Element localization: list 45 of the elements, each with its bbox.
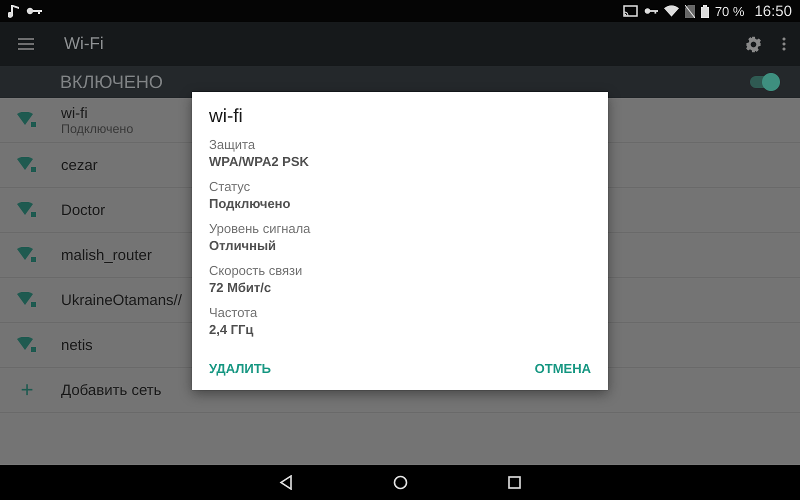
wifi-lock-icon [17, 202, 37, 218]
clock-time: 16:50 [754, 2, 792, 20]
music-note-icon [8, 4, 20, 18]
field-label: Уровень сигнала [209, 220, 312, 237]
network-name[interactable]: Doctor [61, 202, 106, 218]
menu-icon[interactable] [18, 38, 34, 50]
network-name[interactable]: netis [61, 336, 93, 354]
network-status: Подключено [61, 122, 134, 136]
wifi-lock-icon [17, 337, 37, 353]
dialog-title: wi-fi [209, 106, 244, 128]
add-network-link[interactable]: Добавить сеть [61, 382, 162, 398]
wifi-icon [664, 5, 679, 17]
toolbar-title: Wi-Fi [64, 34, 104, 54]
wifi-lock-icon [17, 157, 37, 173]
field-label: Статус [209, 178, 252, 195]
cast-icon [622, 5, 638, 17]
field-label: Скорость связи [209, 262, 304, 279]
field-value: Подключено [209, 195, 292, 213]
more-options-icon[interactable] [782, 37, 786, 51]
field-label: Частота [209, 304, 258, 321]
wifi-lock-icon [17, 112, 37, 128]
no-sim-icon [684, 4, 695, 18]
settings-icon[interactable] [745, 36, 762, 52]
battery-percent: 70 % [714, 4, 744, 18]
dialog-button[interactable]: ОТМЕНА [534, 355, 591, 382]
network-name[interactable]: wi-fi [61, 104, 134, 122]
network-name[interactable]: UkraineOtamans// [61, 292, 182, 308]
wifi-lock-icon [17, 292, 37, 308]
field-value: WPA/WPA2 PSK [209, 153, 310, 171]
field-value: 72 Мбит/с [209, 279, 272, 297]
field-value: Отличный [209, 237, 278, 255]
field-label: Защита [209, 136, 256, 153]
add-icon: + [17, 377, 37, 403]
home-icon[interactable] [393, 475, 408, 490]
recent-apps-icon[interactable] [508, 476, 521, 489]
field-value: 2,4 ГГц [209, 321, 254, 339]
network-name[interactable]: malish_router [61, 246, 152, 264]
wifi-switch-label: ВКЛЮЧЕНО [60, 72, 163, 92]
dialog-button[interactable]: УДАЛИТЬ [209, 355, 271, 382]
key-icon [26, 6, 42, 16]
key-icon [644, 6, 658, 16]
back-icon[interactable] [279, 475, 293, 490]
wifi-lock-icon [17, 247, 37, 263]
battery-icon [700, 4, 709, 18]
network-name[interactable]: cezar [61, 156, 98, 174]
